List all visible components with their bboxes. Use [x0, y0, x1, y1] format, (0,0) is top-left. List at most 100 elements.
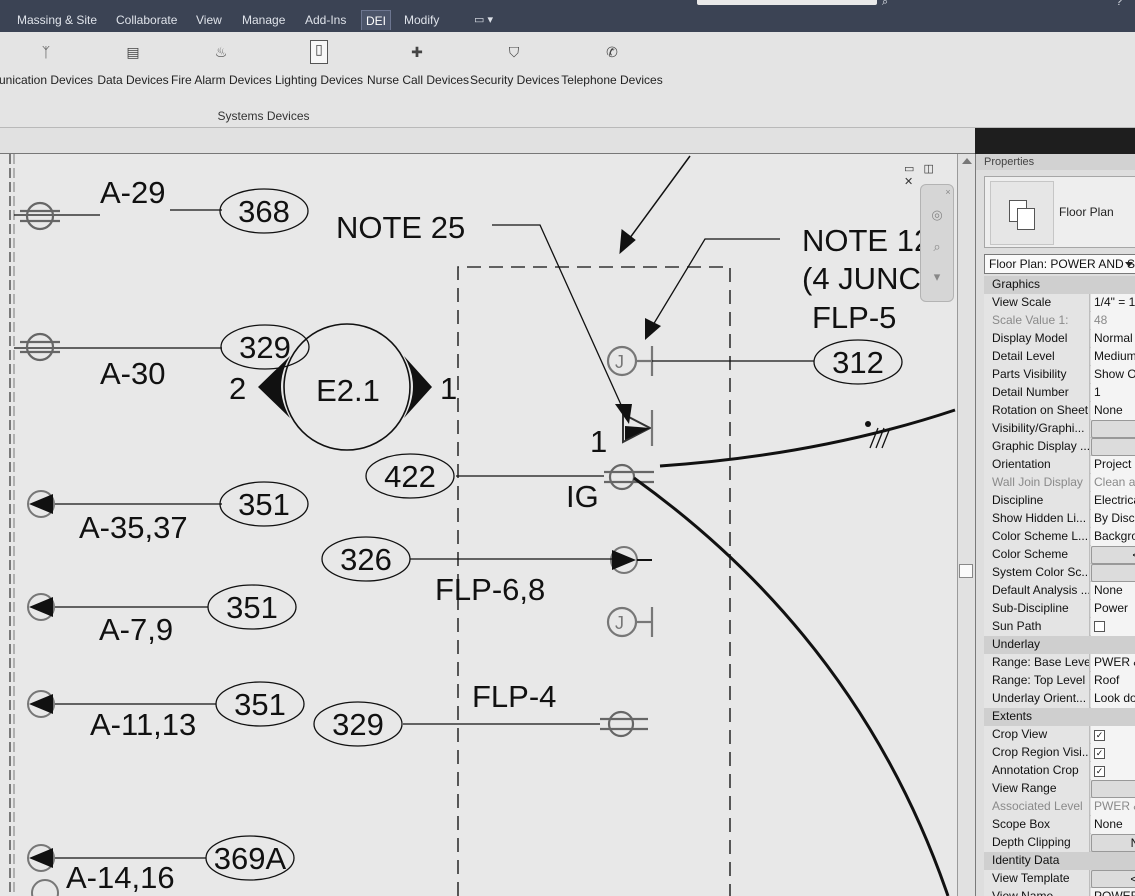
property-row[interactable]: View RangeE [984, 780, 1135, 798]
property-row[interactable]: Crop View ✓ [984, 726, 1135, 744]
property-group-header[interactable]: Extents [984, 708, 1135, 726]
property-value[interactable]: Show O [1091, 366, 1135, 384]
property-edit-button[interactable]: E [1091, 420, 1135, 438]
property-value[interactable]: Backgro [1091, 528, 1135, 546]
property-row[interactable]: Associated LevelPWER & [984, 798, 1135, 816]
property-row[interactable]: Detail Number 1 [984, 384, 1135, 402]
property-row[interactable]: OrientationProject N [984, 456, 1135, 474]
scroll-up-arrow-icon[interactable] [962, 158, 972, 164]
property-checkbox-cell[interactable] [1091, 618, 1135, 636]
type-name: Floor Plan [1059, 205, 1114, 219]
property-value[interactable]: None [1091, 816, 1135, 834]
property-row[interactable]: Range: Base LevelPWER & [984, 654, 1135, 672]
property-edit-button[interactable]: E [1091, 438, 1135, 456]
data-devices-button[interactable]: ▤ Data Devices [97, 32, 169, 102]
communication-devices-button[interactable]: ᛉ unication Devices [0, 32, 96, 102]
property-row[interactable]: Rotation on Sheet None [984, 402, 1135, 420]
property-row[interactable]: System Color Sc...E [984, 564, 1135, 582]
property-value[interactable]: 1 [1091, 384, 1135, 402]
property-group-header[interactable]: Identity Data [984, 852, 1135, 870]
nurse-call-devices-button[interactable]: ✚ Nurse Call Devices [367, 32, 469, 102]
property-value[interactable]: Electrica [1091, 492, 1135, 510]
property-value[interactable]: By Discip [1091, 510, 1135, 528]
property-row[interactable]: Scale Value 1: 48 [984, 312, 1135, 330]
property-edit-button[interactable]: No [1091, 834, 1135, 852]
tab-collaborate[interactable]: Collaborate [112, 10, 181, 30]
camera-icon[interactable]: ▭ ▾ [470, 10, 497, 30]
checkbox[interactable]: ✓ [1094, 730, 1105, 741]
checkbox[interactable]: ✓ [1094, 748, 1105, 759]
property-row[interactable]: Wall Join Display Clean al [984, 474, 1135, 492]
property-row[interactable]: Depth ClippingNo [984, 834, 1135, 852]
tab-add-ins[interactable]: Add-Ins [301, 10, 350, 30]
type-selector[interactable]: Floor Plan [984, 176, 1135, 248]
chevron-down-icon[interactable] [1125, 262, 1133, 267]
property-value[interactable]: Medium [1091, 348, 1135, 366]
tab-view[interactable]: View [192, 10, 226, 30]
property-row[interactable]: Detail Level Medium [984, 348, 1135, 366]
property-value[interactable]: 1/4" = 1 [1091, 294, 1135, 312]
property-row[interactable]: View Template<N [984, 870, 1135, 888]
property-row[interactable]: View Scale 1/4" = 1 [984, 294, 1135, 312]
property-row[interactable]: DisciplineElectrica [984, 492, 1135, 510]
property-row[interactable]: Sun Path [984, 618, 1135, 636]
property-row[interactable]: Underlay Orient... Look do [984, 690, 1135, 708]
binoculars-icon[interactable]: ⌕ [882, 0, 888, 9]
security-devices-button[interactable]: ⛉ Security Devices [470, 32, 559, 102]
pan-icon[interactable]: ▾ [925, 265, 949, 289]
property-row[interactable]: Default Analysis ... None [984, 582, 1135, 600]
property-row[interactable]: Parts Visibility Show O [984, 366, 1135, 384]
fire-alarm-devices-button[interactable]: ♨ Fire Alarm Devices [171, 32, 272, 102]
search-input[interactable] [697, 0, 877, 5]
property-row[interactable]: Color Scheme<n [984, 546, 1135, 564]
navigation-bar[interactable]: × ◎ ⌕ ▾ [920, 184, 954, 302]
property-row[interactable]: Range: Top Level Roof [984, 672, 1135, 690]
property-value[interactable]: POWER [1091, 888, 1135, 896]
property-value[interactable]: None [1091, 582, 1135, 600]
property-value[interactable]: Roof [1091, 672, 1135, 690]
checkbox[interactable] [1094, 621, 1105, 632]
property-row[interactable]: Color Scheme L... Backgro [984, 528, 1135, 546]
zoom-icon[interactable]: ⌕ [925, 235, 949, 259]
tab-massing-site[interactable]: Massing & Site [13, 10, 101, 30]
property-row[interactable]: Visibility/Graphi...E [984, 420, 1135, 438]
checkbox[interactable]: ✓ [1094, 766, 1105, 777]
property-value[interactable]: Power [1091, 600, 1135, 618]
telephone-devices-button[interactable]: ✆ Telephone Devices [561, 32, 663, 102]
scroll-thumb[interactable] [959, 564, 973, 578]
property-group-header[interactable]: Graphics [984, 276, 1135, 294]
close-icon[interactable]: × [943, 187, 953, 197]
vertical-scrollbar[interactable] [957, 154, 975, 896]
drawing-canvas[interactable]: J J 368 329 351 351 351 369A 312 422 326… [0, 154, 957, 896]
property-row[interactable]: Sub-Discipline Power [984, 600, 1135, 618]
property-checkbox-cell[interactable]: ✓ [1091, 726, 1135, 744]
property-edit-button[interactable]: E [1091, 564, 1135, 582]
property-row[interactable]: Scope Box None [984, 816, 1135, 834]
property-row[interactable]: Graphic Display ...E [984, 438, 1135, 456]
lighting-devices-button[interactable]: ▯ Lighting Devices [274, 32, 364, 102]
view-window-controls[interactable]: ▭ ◫ ✕ [904, 162, 954, 188]
property-value[interactable]: None [1091, 402, 1135, 420]
property-row[interactable]: View Name POWER [984, 888, 1135, 896]
property-edit-button[interactable]: <n [1091, 546, 1135, 564]
property-checkbox-cell[interactable]: ✓ [1091, 744, 1135, 762]
property-checkbox-cell[interactable]: ✓ [1091, 762, 1135, 780]
tab-manage[interactable]: Manage [238, 10, 289, 30]
property-row[interactable]: Display Model Normal [984, 330, 1135, 348]
property-edit-button[interactable]: <N [1091, 870, 1135, 888]
property-group-header[interactable]: Underlay [984, 636, 1135, 654]
property-value[interactable]: Look do [1091, 690, 1135, 708]
note-label: NOTE 12 [802, 223, 931, 258]
property-row[interactable]: Crop Region Visi... ✓ [984, 744, 1135, 762]
property-row[interactable]: Show Hidden Li...By Discip [984, 510, 1135, 528]
property-value[interactable]: Project N [1091, 456, 1135, 474]
steering-wheel-icon[interactable]: ◎ [925, 203, 949, 227]
property-value[interactable]: Normal [1091, 330, 1135, 348]
property-row[interactable]: Annotation Crop ✓ [984, 762, 1135, 780]
tab-modify[interactable]: Modify [400, 10, 443, 30]
property-value[interactable]: PWER & [1091, 654, 1135, 672]
help-icon[interactable]: ? [1116, 0, 1122, 8]
property-edit-button[interactable]: E [1091, 780, 1135, 798]
instance-filter-dropdown[interactable]: Floor Plan: POWER AND S [984, 254, 1135, 274]
tab-dei[interactable]: DEI [361, 10, 392, 30]
